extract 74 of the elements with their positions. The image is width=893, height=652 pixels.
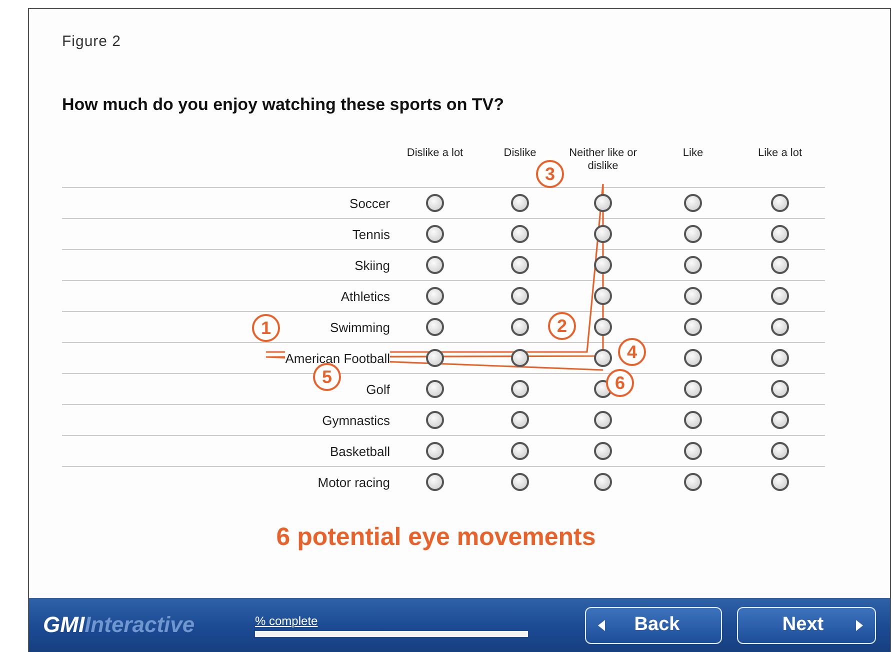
radio-button[interactable] xyxy=(594,442,612,460)
row-label: Swimming xyxy=(330,320,390,334)
radio-button[interactable] xyxy=(594,225,612,243)
row-label: American Football xyxy=(285,350,390,366)
radio-button[interactable] xyxy=(684,256,702,274)
radio-button[interactable] xyxy=(426,256,444,274)
row-label: Gymnastics xyxy=(322,412,390,428)
radio-button[interactable] xyxy=(426,349,444,367)
radio-button[interactable] xyxy=(594,349,612,367)
logo-text: Interactive xyxy=(84,612,195,638)
column-header: Dislike xyxy=(504,147,536,161)
row-label: Skiing xyxy=(354,258,390,272)
radio-button[interactable] xyxy=(511,411,529,429)
progress-label: % complete xyxy=(255,614,318,628)
radio-button[interactable] xyxy=(426,225,444,243)
logo-text: GMI xyxy=(43,612,85,638)
row-label: Basketball xyxy=(330,444,390,458)
radio-button[interactable] xyxy=(594,287,612,305)
row-label: Motor racing xyxy=(318,474,390,490)
radio-button[interactable] xyxy=(684,473,702,491)
back-button[interactable]: Back xyxy=(585,606,722,644)
radio-button[interactable] xyxy=(594,411,612,429)
radio-button[interactable] xyxy=(684,318,702,336)
radio-button[interactable] xyxy=(771,318,789,336)
radio-button[interactable] xyxy=(684,225,702,243)
radio-button[interactable] xyxy=(771,256,789,274)
radio-button[interactable] xyxy=(426,194,444,212)
row-label: Tennis xyxy=(352,226,390,242)
right-triangle-icon xyxy=(856,620,863,630)
column-header: Like a lot xyxy=(758,147,802,161)
radio-button[interactable] xyxy=(684,380,702,398)
radio-button[interactable] xyxy=(594,194,612,212)
radio-button[interactable] xyxy=(594,256,612,274)
radio-button[interactable] xyxy=(594,318,612,336)
radio-button[interactable] xyxy=(426,411,444,429)
radio-button[interactable] xyxy=(511,380,529,398)
radio-button[interactable] xyxy=(511,225,529,243)
next-button[interactable]: Next xyxy=(737,606,876,644)
row-label: Athletics xyxy=(340,288,390,304)
radio-button[interactable] xyxy=(426,287,444,305)
left-triangle-icon xyxy=(598,620,605,630)
radio-button[interactable] xyxy=(771,473,789,491)
radio-button[interactable] xyxy=(771,349,789,367)
radio-button[interactable] xyxy=(771,287,789,305)
radio-button[interactable] xyxy=(684,287,702,305)
radio-button[interactable] xyxy=(426,442,444,460)
radio-button[interactable] xyxy=(511,318,529,336)
radio-button[interactable] xyxy=(684,194,702,212)
column-header: Dislike a lot xyxy=(406,147,464,161)
caption: 6 potential eye movements xyxy=(276,523,596,552)
radio-button[interactable] xyxy=(511,256,529,274)
row-label: Golf xyxy=(366,382,390,396)
radio-button[interactable] xyxy=(771,442,789,460)
radio-button[interactable] xyxy=(684,442,702,460)
figure-label: Figure 2 xyxy=(62,33,122,50)
radio-button[interactable] xyxy=(771,194,789,212)
radio-button[interactable] xyxy=(771,411,789,429)
radio-button[interactable] xyxy=(511,287,529,305)
radio-button[interactable] xyxy=(426,318,444,336)
radio-button[interactable] xyxy=(511,194,529,212)
radio-button[interactable] xyxy=(684,411,702,429)
radio-button[interactable] xyxy=(771,380,789,398)
radio-button[interactable] xyxy=(426,473,444,491)
radio-button[interactable] xyxy=(684,349,702,367)
radio-button[interactable] xyxy=(594,473,612,491)
radio-button[interactable] xyxy=(771,225,789,243)
column-header: Neither like or dislike xyxy=(568,147,638,174)
radio-button[interactable] xyxy=(511,442,529,460)
row-label: Soccer xyxy=(350,196,390,210)
radio-button[interactable] xyxy=(426,380,444,398)
radio-button[interactable] xyxy=(511,473,529,491)
column-header: Like xyxy=(682,147,704,161)
question-text: How much do you enjoy watching these sports on TV? xyxy=(62,95,504,115)
radio-button[interactable] xyxy=(511,349,529,367)
